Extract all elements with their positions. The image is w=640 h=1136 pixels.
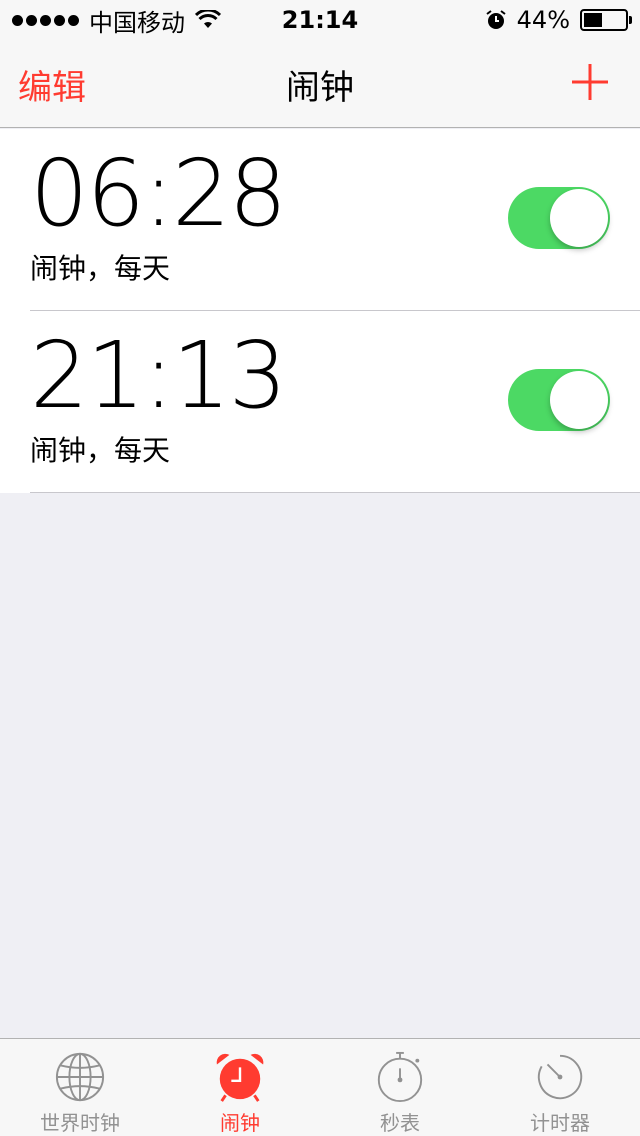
page-title: 闹钟 (286, 68, 354, 108)
tab-world-clock[interactable]: 世界时钟 (0, 1039, 160, 1136)
alarm-row[interactable]: 21:13 闹钟，每天 (30, 311, 640, 493)
stopwatch-icon (377, 1051, 423, 1103)
add-alarm-button[interactable] (570, 62, 610, 102)
alarm-toggle[interactable] (508, 187, 610, 249)
timer-icon (537, 1054, 583, 1100)
alarm-time: 06:28 (30, 140, 287, 247)
alarm-time: 21:13 (30, 322, 287, 429)
tab-bar: 世界时钟 闹钟 秒表 计时器 (0, 1038, 640, 1136)
tab-label: 秒表 (380, 1111, 420, 1135)
battery-icon (580, 9, 632, 31)
alarm-toggle[interactable] (508, 369, 610, 431)
alarm-label: 闹钟，每天 (30, 252, 171, 285)
toggle-knob (550, 189, 608, 247)
battery-percent: 44% (516, 6, 570, 34)
alarm-row[interactable]: 06:28 闹钟，每天 (30, 129, 640, 311)
tab-alarm[interactable]: 闹钟 (160, 1039, 320, 1136)
tab-label: 计时器 (530, 1111, 590, 1135)
navigation-bar: 编辑 闹钟 (0, 40, 640, 128)
wifi-icon (195, 10, 221, 28)
toggle-knob (550, 371, 608, 429)
alarm-list: 06:28 闹钟，每天 21:13 闹钟，每天 (0, 129, 640, 493)
tab-label: 世界时钟 (40, 1111, 120, 1135)
tab-timer[interactable]: 计时器 (480, 1039, 640, 1136)
tab-label: 闹钟 (220, 1111, 260, 1135)
signal-strength-icon (12, 14, 79, 26)
status-bar: 中国移动 21:14 44% (0, 0, 640, 40)
alarm-status-icon (486, 10, 506, 29)
alarm-clock-icon (216, 1053, 264, 1102)
alarm-label: 闹钟，每天 (30, 434, 171, 467)
carrier-name: 中国移动 (89, 8, 185, 37)
globe-icon (55, 1052, 105, 1102)
tab-stopwatch[interactable]: 秒表 (320, 1039, 480, 1136)
battery-fill (584, 13, 602, 27)
